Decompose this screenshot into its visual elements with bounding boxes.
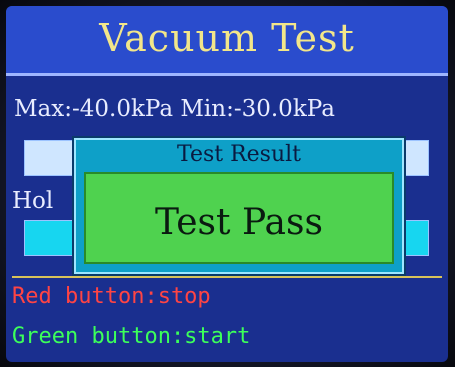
dialog-title: Test Result [176,142,302,167]
pressure-limits-readout: Max:-40.0kPa Min:-30.0kPa [14,96,335,122]
page-title: Vacuum Test [99,16,355,60]
device-bezel: Vacuum Test Max:-40.0kPa Min:-30.0kPa Ho… [0,0,455,367]
lcd-screen: Vacuum Test Max:-40.0kPa Min:-30.0kPa Ho… [6,6,448,362]
test-result-dialog: Test Result Test Pass [74,138,404,274]
result-message: Test Pass [155,202,323,243]
hold-label: Hol [12,188,54,214]
result-panel: Test Pass [84,172,394,264]
stop-hint: Red button:stop [12,284,211,309]
title-bar: Vacuum Test [6,6,448,76]
start-hint: Green button:start [12,324,251,349]
divider [12,276,442,278]
